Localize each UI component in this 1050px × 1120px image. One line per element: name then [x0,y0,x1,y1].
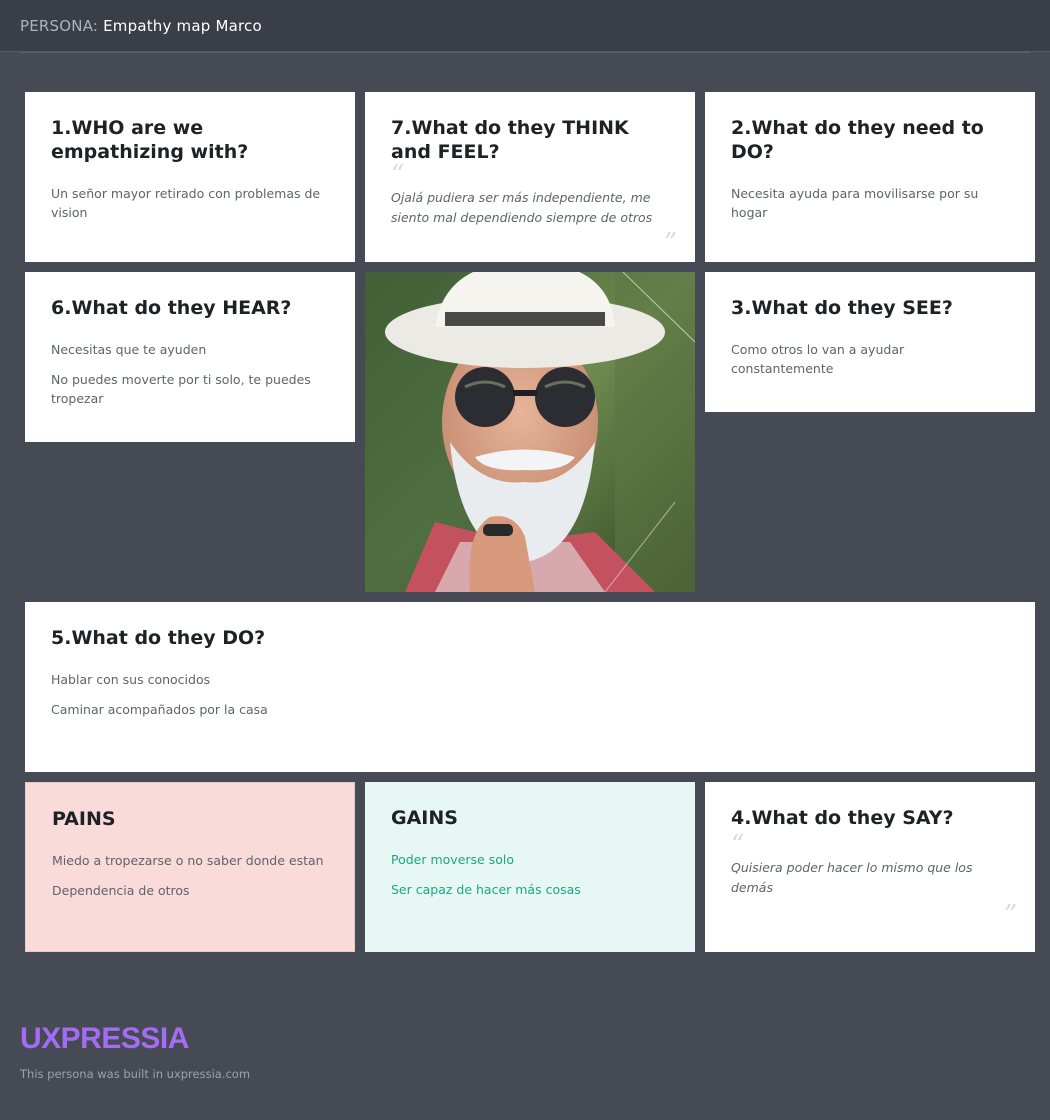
card-think-feel-quote: Ojalá pudiera ser más independiente, me … [391,190,653,225]
card-do-item: Caminar acompañados por la casa [51,702,268,717]
card-see: 3.What do they SEE? Como otros lo van a … [705,272,1035,412]
card-gains: GAINS Poder moverse solo Ser capaz de ha… [365,782,695,952]
card-pains-item: Dependencia de otros [52,883,190,898]
card-gains-item: Ser capaz de hacer más cosas [391,882,581,897]
open-quote-icon: “ [391,160,405,190]
card-think-feel-title: 7.What do they THINK and FEEL? [391,117,629,163]
header-divider [20,52,1030,53]
page-title: PERSONA: Empathy map Marco [20,17,262,35]
persona-photo-illustration [365,272,695,592]
card-do: 5.What do they DO? Hablar con sus conoci… [25,602,1035,772]
open-quote-icon: “ [731,830,745,860]
card-pains-title: PAINS [52,808,116,830]
card-do-item: Hablar con sus conocidos [51,672,211,687]
persona-name: Empathy map Marco [103,17,262,35]
card-need-do: 2.What do they need to DO? Necesita ayud… [705,92,1035,262]
card-do-title: 5.What do they DO? [51,627,266,649]
close-quote-icon: ” [663,228,677,258]
card-hear-item: Necesitas que te ayuden [51,342,207,357]
close-quote-icon: ” [1003,900,1017,930]
card-say-title: 4.What do they SAY? [731,807,954,829]
uxpressia-logo[interactable]: UXPRESSIA [20,1022,189,1056]
top-bar: PERSONA: Empathy map Marco [0,0,1050,52]
card-gains-item: Poder moverse solo [391,852,514,867]
card-need-do-title: 2.What do they need to DO? [731,117,984,163]
persona-prefix: PERSONA: [20,17,99,35]
card-say: 4.What do they SAY? “ Quisiera poder hac… [705,782,1035,952]
card-pains: PAINS Miedo a tropezarse o no saber dond… [25,782,355,952]
card-hear: 6.What do they HEAR? Necesitas que te ay… [25,272,355,442]
card-gains-title: GAINS [391,807,458,829]
card-see-title: 3.What do they SEE? [731,297,953,319]
card-need-do-item: Necesita ayuda para movilisarse por su h… [731,186,979,220]
card-who-item: Un señor mayor retirado con problemas de… [51,186,321,220]
card-see-item: Como otros lo van a ayudar constantement… [731,342,905,376]
card-hear-item: No puedes moverte por ti solo, te puedes… [51,372,311,406]
card-who: 1.WHO are we empathizing with? Un señor … [25,92,355,262]
card-pains-item: Miedo a tropezarse o no saber donde esta… [52,853,324,868]
footer-note: This persona was built in uxpressia.com [20,1067,251,1081]
card-who-title: 1.WHO are we empathizing with? [51,117,249,163]
card-say-quote: Quisiera poder hacer lo mismo que los de… [731,860,973,895]
persona-photo [365,272,695,592]
card-think-feel: 7.What do they THINK and FEEL? “ Ojalá p… [365,92,695,262]
card-hear-title: 6.What do they HEAR? [51,297,292,319]
